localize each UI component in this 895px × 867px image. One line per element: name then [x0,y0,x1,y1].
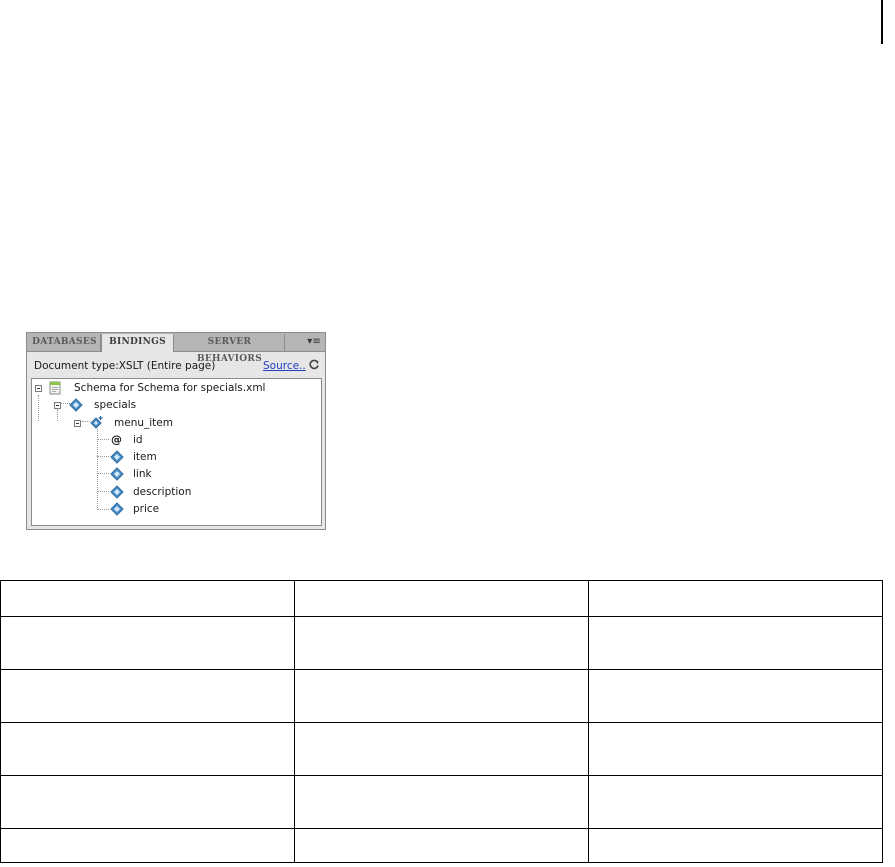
table-cell [588,775,883,829]
table-cell [0,722,295,776]
table-row [0,775,883,829]
element-icon [110,450,124,464]
attribute-icon: @ [111,433,122,446]
tree-label: Schema for Schema for specials.xml [74,382,266,394]
table-cell [294,580,589,617]
document-type-label: Document type:XSLT (Entire page) [34,360,216,372]
element-icon [110,467,124,481]
schema-tree: Schema for Schema for specials.xml speci… [31,378,322,526]
tree-row-link[interactable]: link [32,467,321,483]
table-cell [588,722,883,776]
table-cell [588,669,883,723]
collapse-toggle-icon[interactable] [54,402,61,409]
bindings-panel: DATABASES BINDINGS SERVER BEHAVIORS ▾≡ D… [26,332,326,530]
tab-databases[interactable]: DATABASES [29,334,101,351]
element-icon [110,485,124,499]
tree-label: id [133,434,143,446]
tree-label: link [133,468,152,480]
repeating-element-icon [90,416,103,429]
tree-row-description[interactable]: description [32,485,321,501]
tree-label: description [133,486,192,498]
table-cell [588,828,883,863]
table-row [0,616,883,670]
table-row [0,722,883,776]
collapse-toggle-icon[interactable] [74,420,81,427]
tree-row-id[interactable]: @ id [32,433,321,449]
table-cell [294,722,589,776]
tree-label: menu_item [114,417,173,429]
table-cell [0,775,295,829]
tab-server-behaviors[interactable]: SERVER BEHAVIORS [175,334,285,364]
collapse-toggle-icon[interactable] [35,385,42,392]
element-icon [69,398,83,412]
table-cell [588,616,883,670]
tree-row-root[interactable]: Schema for Schema for specials.xml [32,381,321,397]
panel-tab-bar: DATABASES BINDINGS SERVER BEHAVIORS ▾≡ [27,333,325,364]
refresh-icon[interactable] [308,359,320,371]
table-cell [294,828,589,863]
tab-bindings[interactable]: BINDINGS [101,334,174,352]
element-icon [110,502,124,516]
table-cell [0,580,295,617]
page-margin-rule [881,0,883,44]
tree-row-menu-item[interactable]: menu_item [32,416,321,432]
tree-label: item [133,451,157,463]
table-cell [0,616,295,670]
table-cell [0,669,295,723]
table-cell [0,828,295,863]
empty-table [0,580,883,863]
table-row [0,828,883,863]
tree-row-specials[interactable]: specials [32,398,321,414]
tree-row-item[interactable]: item [32,450,321,466]
tree-label: specials [94,399,137,411]
panel-menu-icon[interactable]: ▾≡ [305,334,323,350]
source-link[interactable]: Source.. [263,360,306,372]
table-cell [294,669,589,723]
tree-label: price [133,503,160,515]
table-cell [294,775,589,829]
tree-row-price[interactable]: price [32,502,321,518]
schema-file-icon [49,381,61,395]
table-cell [588,580,883,617]
table-cell [294,616,589,670]
table-row [0,580,883,617]
table-row [0,669,883,723]
